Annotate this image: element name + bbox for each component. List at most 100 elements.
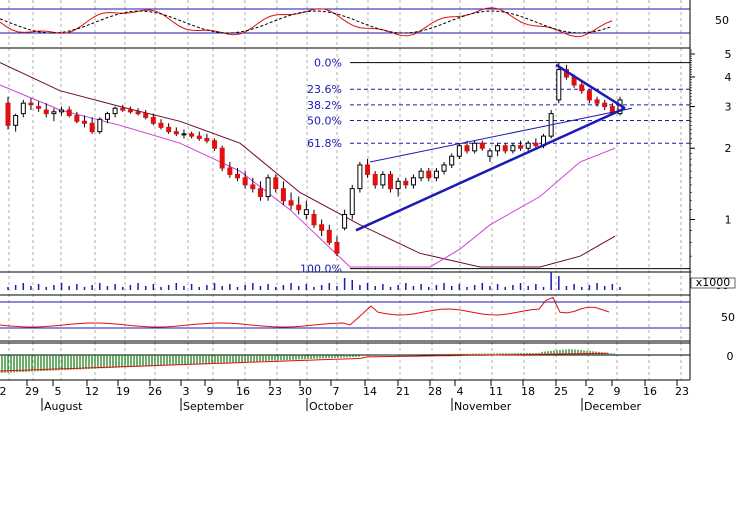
- rsi-pane: [0, 296, 690, 342]
- price-tick-label: 1: [725, 213, 732, 226]
- date-tick-label: 12: [85, 385, 99, 398]
- month-label: November: [454, 400, 512, 413]
- candle-body: [426, 170, 432, 179]
- candle-body: [51, 111, 57, 115]
- candle-body: [556, 69, 562, 101]
- date-tick-label: 16: [236, 385, 250, 398]
- price-tick-label: 3: [725, 101, 732, 114]
- candle-body: [74, 114, 80, 122]
- candle-body: [150, 116, 156, 124]
- candle-body: [487, 150, 493, 157]
- date-tick-label: 2: [588, 385, 595, 398]
- month-label: August: [44, 400, 83, 413]
- candle-body: [410, 177, 416, 186]
- macd-tick-label: 0: [727, 350, 734, 363]
- right-axis: 505432100x1000500: [689, 0, 736, 380]
- price-tick-label: 5: [725, 48, 732, 61]
- month-label: October: [309, 400, 353, 413]
- price-pane: 0.0% 23.6% 38.2% 50.0% 61.8% 100.0%: [0, 57, 690, 276]
- macd-pane: [0, 342, 690, 381]
- candle-body: [464, 145, 470, 152]
- macd-signal-line: [0, 352, 609, 372]
- candle-body: [349, 188, 355, 215]
- trendline-channel: [369, 107, 633, 163]
- candle-body: [227, 167, 233, 175]
- candle-body: [433, 170, 439, 179]
- fib-level-label: 50.0%: [307, 114, 342, 127]
- date-tick-label: 9: [207, 385, 214, 398]
- month-label: September: [183, 400, 244, 413]
- candle-body: [242, 177, 248, 186]
- candle-body: [395, 180, 401, 190]
- oscillator-tick-label: 50: [715, 14, 729, 27]
- trendline-support: [355, 107, 626, 232]
- candle-body: [388, 173, 393, 190]
- date-tick-label: 9: [614, 385, 621, 398]
- candle-body: [66, 109, 72, 116]
- candle-body: [510, 145, 516, 152]
- date-tick-label: 25: [554, 385, 568, 398]
- date-tick-label: 3: [183, 385, 190, 398]
- date-tick-label: 19: [116, 385, 130, 398]
- candle-body: [594, 99, 600, 104]
- candle-body: [586, 90, 592, 101]
- candle-body: [296, 204, 302, 211]
- candle-body: [20, 102, 26, 115]
- candle-body: [495, 145, 501, 152]
- candle-body: [89, 122, 95, 133]
- date-tick-label: 16: [643, 385, 657, 398]
- candle-body: [112, 107, 118, 115]
- price-tick-label: 2: [725, 142, 732, 155]
- candle-body: [97, 118, 103, 133]
- candle-body: [250, 184, 256, 190]
- date-tick-label: 2: [0, 385, 7, 398]
- candle-body: [372, 173, 378, 186]
- candle-body: [456, 145, 462, 157]
- candle-body: [403, 180, 409, 186]
- candle-body: [212, 140, 218, 149]
- date-tick-label: 29: [25, 385, 39, 398]
- osc-line: [0, 7, 613, 38]
- trendline-resistance: [555, 63, 626, 110]
- fib-level-label: 100.0%: [300, 263, 342, 276]
- candle-body: [82, 120, 87, 124]
- candle-body: [479, 142, 485, 149]
- date-tick-label: 11: [489, 385, 503, 398]
- candle-body: [43, 109, 49, 115]
- fib-level-label: 0.0%: [314, 57, 342, 70]
- date-tick-label: 30: [298, 385, 312, 398]
- vertical-grid: [8, 0, 682, 380]
- fib-level-label: 61.8%: [307, 137, 342, 150]
- candle-body: [196, 135, 202, 139]
- candle-body: [326, 229, 332, 243]
- fib-level-label: 23.6%: [307, 83, 342, 96]
- candle-body: [280, 188, 286, 202]
- candle-body: [189, 133, 195, 137]
- candle-body: [13, 114, 19, 126]
- candle-body: [273, 177, 279, 190]
- price-tick-label: 4: [725, 71, 732, 84]
- date-tick-label: 4: [457, 385, 464, 398]
- candle-body: [334, 241, 340, 254]
- candle-body: [472, 142, 478, 152]
- candle-body: [204, 137, 210, 142]
- candle-body: [173, 131, 179, 135]
- candle-body: [579, 84, 585, 92]
- candle-body: [36, 106, 42, 109]
- candle-body: [418, 170, 424, 179]
- date-axis: 2 29 5 12 19 26 3 9 16 23 30 7 14 21 28 4 11 18 25 2 9 16 23Au…: [0, 380, 689, 413]
- date-tick-label: 21: [396, 385, 410, 398]
- candle-body: [518, 145, 524, 149]
- candle-body: [357, 164, 363, 190]
- candle-body: [303, 209, 309, 215]
- candle-body: [319, 224, 325, 231]
- month-label: December: [584, 400, 642, 413]
- date-tick-label: 14: [363, 385, 377, 398]
- candle-body: [28, 102, 34, 106]
- candle-body: [181, 133, 187, 136]
- date-tick-label: 26: [148, 385, 162, 398]
- candle-body: [342, 213, 348, 229]
- candle-body: [104, 113, 110, 120]
- candle-body: [365, 164, 371, 175]
- candle-body: [380, 173, 386, 186]
